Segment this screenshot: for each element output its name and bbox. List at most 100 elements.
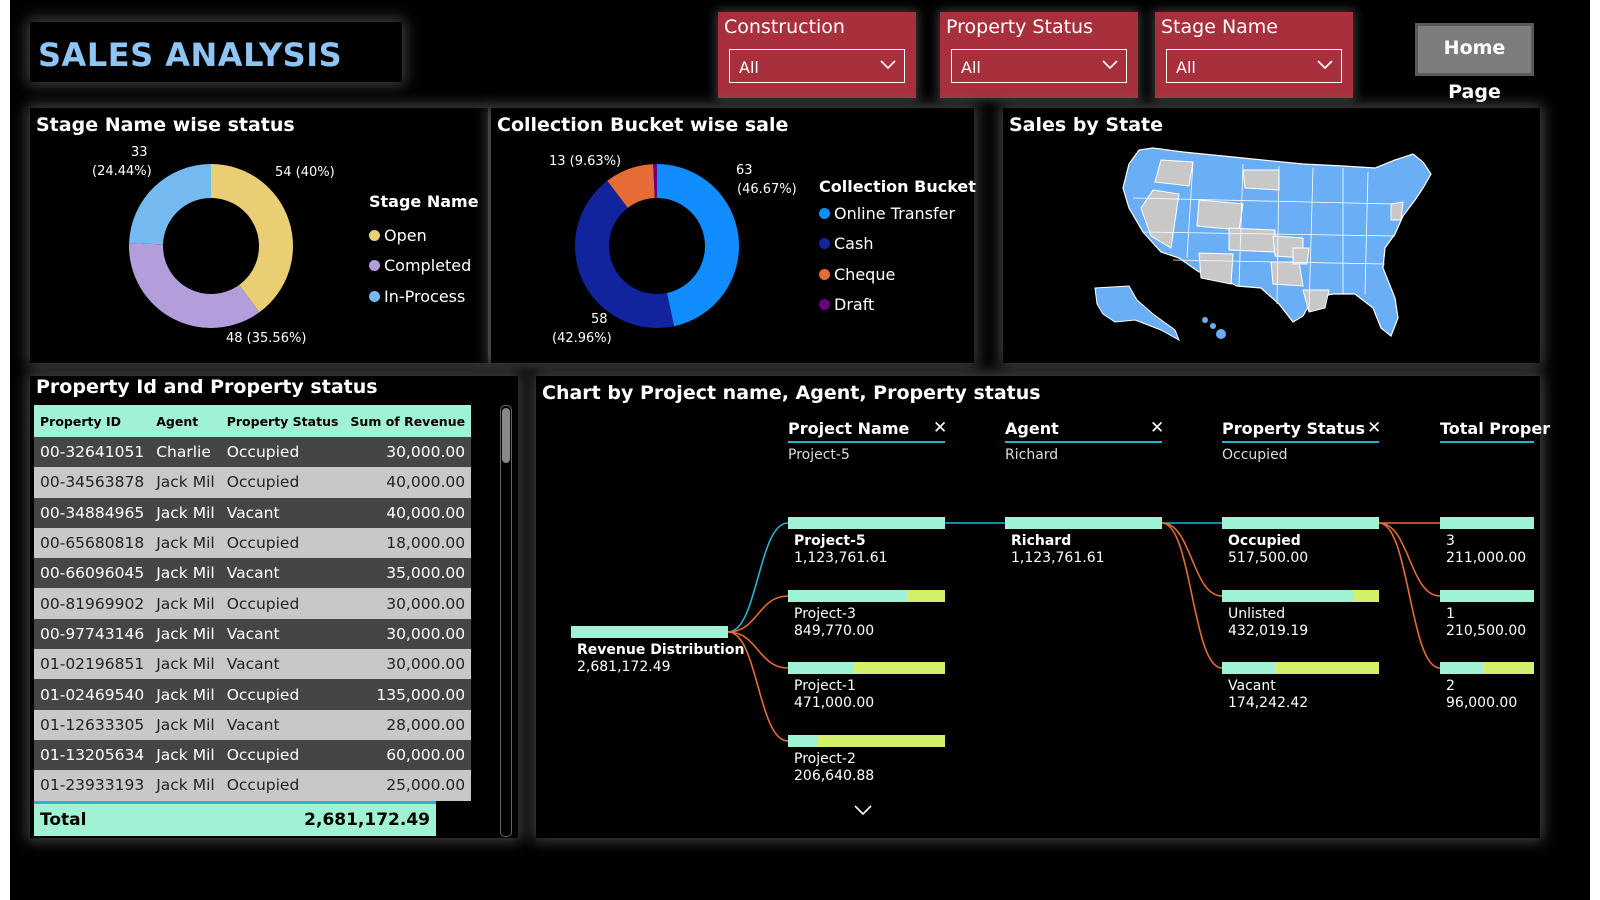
node-bar xyxy=(788,662,945,674)
bucket-legend: Collection Bucket Online Transfer Cash C… xyxy=(819,177,976,320)
node-bar-fill xyxy=(571,626,728,638)
legend-dot xyxy=(819,268,830,280)
table-row[interactable]: 00-97743146 Jack Mil Vacant 30,000.00 xyxy=(34,618,472,650)
table-cell: Vacant xyxy=(220,649,345,680)
table-row[interactable]: 01-02196851 Jack Mil Vacant 30,000.00 xyxy=(34,649,472,680)
data-label: (46.67%) xyxy=(737,182,797,197)
construction-dropdown[interactable]: All xyxy=(729,49,905,83)
legend-item[interactable]: In-Process xyxy=(369,281,479,312)
table-cell: 135,000.00 xyxy=(344,679,472,710)
table-row[interactable]: 00-32641051 Charlie Occupied 30,000.00 xyxy=(34,437,472,468)
data-label: 48 (35.56%) xyxy=(226,331,307,346)
donut-slice[interactable] xyxy=(211,164,293,313)
node-value: 849,770.00 xyxy=(794,623,875,639)
decomp-panel: Chart by Project name, Agent, Property s… xyxy=(536,376,1550,838)
node-name: 1 xyxy=(1446,606,1455,622)
donut-slice[interactable] xyxy=(657,164,739,327)
legend-dot xyxy=(369,290,380,302)
legend-item[interactable]: Open xyxy=(369,220,479,251)
chevron-down-icon[interactable] xyxy=(854,805,872,817)
slicer-label: Property Status xyxy=(946,16,1093,38)
slicer-label: Stage Name xyxy=(1161,16,1278,38)
hawaii-shape[interactable] xyxy=(1202,317,1226,339)
decomp-links xyxy=(727,522,1441,742)
table-cell: 28,000.00 xyxy=(344,709,472,740)
node-bar xyxy=(1222,662,1379,674)
table-row[interactable]: 01-23933193 Jack Mil Occupied 25,000.00 xyxy=(34,770,472,801)
node-bar xyxy=(1005,517,1162,529)
table-cell: 30,000.00 xyxy=(344,588,472,619)
table-cell: 30,000.00 xyxy=(344,649,472,680)
table-cell: Occupied xyxy=(220,679,345,710)
table-scrollbar[interactable] xyxy=(500,405,512,837)
legend-item[interactable]: Draft xyxy=(819,290,976,321)
table-row[interactable]: 01-13205634 Jack Mil Occupied 60,000.00 xyxy=(34,739,472,771)
construction-slicer: Construction All xyxy=(718,12,916,98)
column-header[interactable]: Property ID xyxy=(34,405,151,437)
chevron-down-icon xyxy=(880,60,896,70)
table-cell: 30,000.00 xyxy=(344,437,472,468)
node-name: Vacant xyxy=(1228,678,1276,694)
table-row[interactable]: 00-81969902 Jack Mil Occupied 30,000.00 xyxy=(34,588,472,619)
property-status-dropdown[interactable]: All xyxy=(951,49,1127,83)
legend-label: Draft xyxy=(834,295,875,315)
legend-label: Open xyxy=(384,225,427,245)
table-cell: 40,000.00 xyxy=(344,497,472,528)
table-row[interactable]: 00-34563878 Jack Mil Occupied 40,000.00 xyxy=(34,467,472,498)
us-map[interactable] xyxy=(1003,108,1540,363)
legend-item[interactable]: Online Transfer xyxy=(819,198,976,229)
column-header[interactable]: Agent xyxy=(150,405,221,437)
legend-item[interactable]: Cheque xyxy=(819,259,976,290)
node-bar-fill xyxy=(788,662,854,674)
property-table: Property ID Agent Property Status Sum of… xyxy=(34,405,472,801)
slicer-value: All xyxy=(739,58,759,77)
table-row[interactable]: 00-65680818 Jack Mil Occupied 18,000.00 xyxy=(34,527,472,559)
table-cell: Occupied xyxy=(220,739,345,771)
table-cell: Jack Mil xyxy=(150,649,221,680)
slicer-value: All xyxy=(1176,58,1196,77)
table-header-row: Property ID Agent Property Status Sum of… xyxy=(34,405,472,437)
data-label: 63 xyxy=(736,163,753,178)
scroll-thumb[interactable] xyxy=(502,408,510,463)
legend-item[interactable]: Completed xyxy=(369,251,479,282)
tree-link xyxy=(727,522,789,633)
chevron-down-icon xyxy=(1102,60,1118,70)
table-cell: 00-65680818 xyxy=(34,527,151,559)
tree-link xyxy=(727,595,789,633)
table-row[interactable]: 00-34884965 Jack Mil Vacant 40,000.00 xyxy=(34,497,472,528)
column-header[interactable]: Property Status xyxy=(220,405,345,437)
legend-title: Stage Name xyxy=(369,192,479,211)
node-name: Richard xyxy=(1011,533,1072,549)
table-cell: Jack Mil xyxy=(150,739,221,771)
node-name: Project-3 xyxy=(794,606,856,622)
table-cell: Jack Mil xyxy=(150,770,221,801)
column-header[interactable]: Sum of Revenue xyxy=(344,405,472,437)
table-cell: 40,000.00 xyxy=(344,467,472,498)
table-row[interactable]: 00-66096045 Jack Mil Vacant 35,000.00 xyxy=(34,558,472,589)
data-label: 58 xyxy=(591,312,608,327)
table-cell: Vacant xyxy=(220,497,345,528)
title-box: SALES ANALYSIS xyxy=(30,22,402,82)
table-total-row: Total 2,681,172.49 xyxy=(34,801,436,836)
alaska-shape[interactable] xyxy=(1094,285,1180,342)
home-page-button[interactable]: Home Page xyxy=(1415,23,1534,103)
node-value: 432,019.19 xyxy=(1228,623,1309,639)
table-row[interactable]: 01-02469540 Jack Mil Occupied 135,000.00 xyxy=(34,679,472,710)
donut-slice[interactable] xyxy=(129,243,260,328)
table-cell: 00-66096045 xyxy=(34,558,151,589)
node-name: Project-2 xyxy=(794,751,856,767)
total-label: Total xyxy=(40,810,87,830)
stage-name-dropdown[interactable]: All xyxy=(1166,49,1342,83)
legend-dot xyxy=(819,238,830,250)
table-cell: 35,000.00 xyxy=(344,558,472,589)
table-cell: 18,000.00 xyxy=(344,527,472,559)
table-cell: Jack Mil xyxy=(150,527,221,559)
table-cell: Occupied xyxy=(220,588,345,619)
legend-dot xyxy=(369,229,380,241)
dashboard-canvas: SALES ANALYSIS Construction All Property… xyxy=(10,0,1590,900)
legend-item[interactable]: Cash xyxy=(819,229,976,260)
table-row[interactable]: 01-12633305 Jack Mil Vacant 28,000.00 xyxy=(34,709,472,740)
table-cell: Occupied xyxy=(220,467,345,498)
node-value: 517,500.00 xyxy=(1228,550,1309,566)
node-bar-fill xyxy=(1005,517,1162,529)
